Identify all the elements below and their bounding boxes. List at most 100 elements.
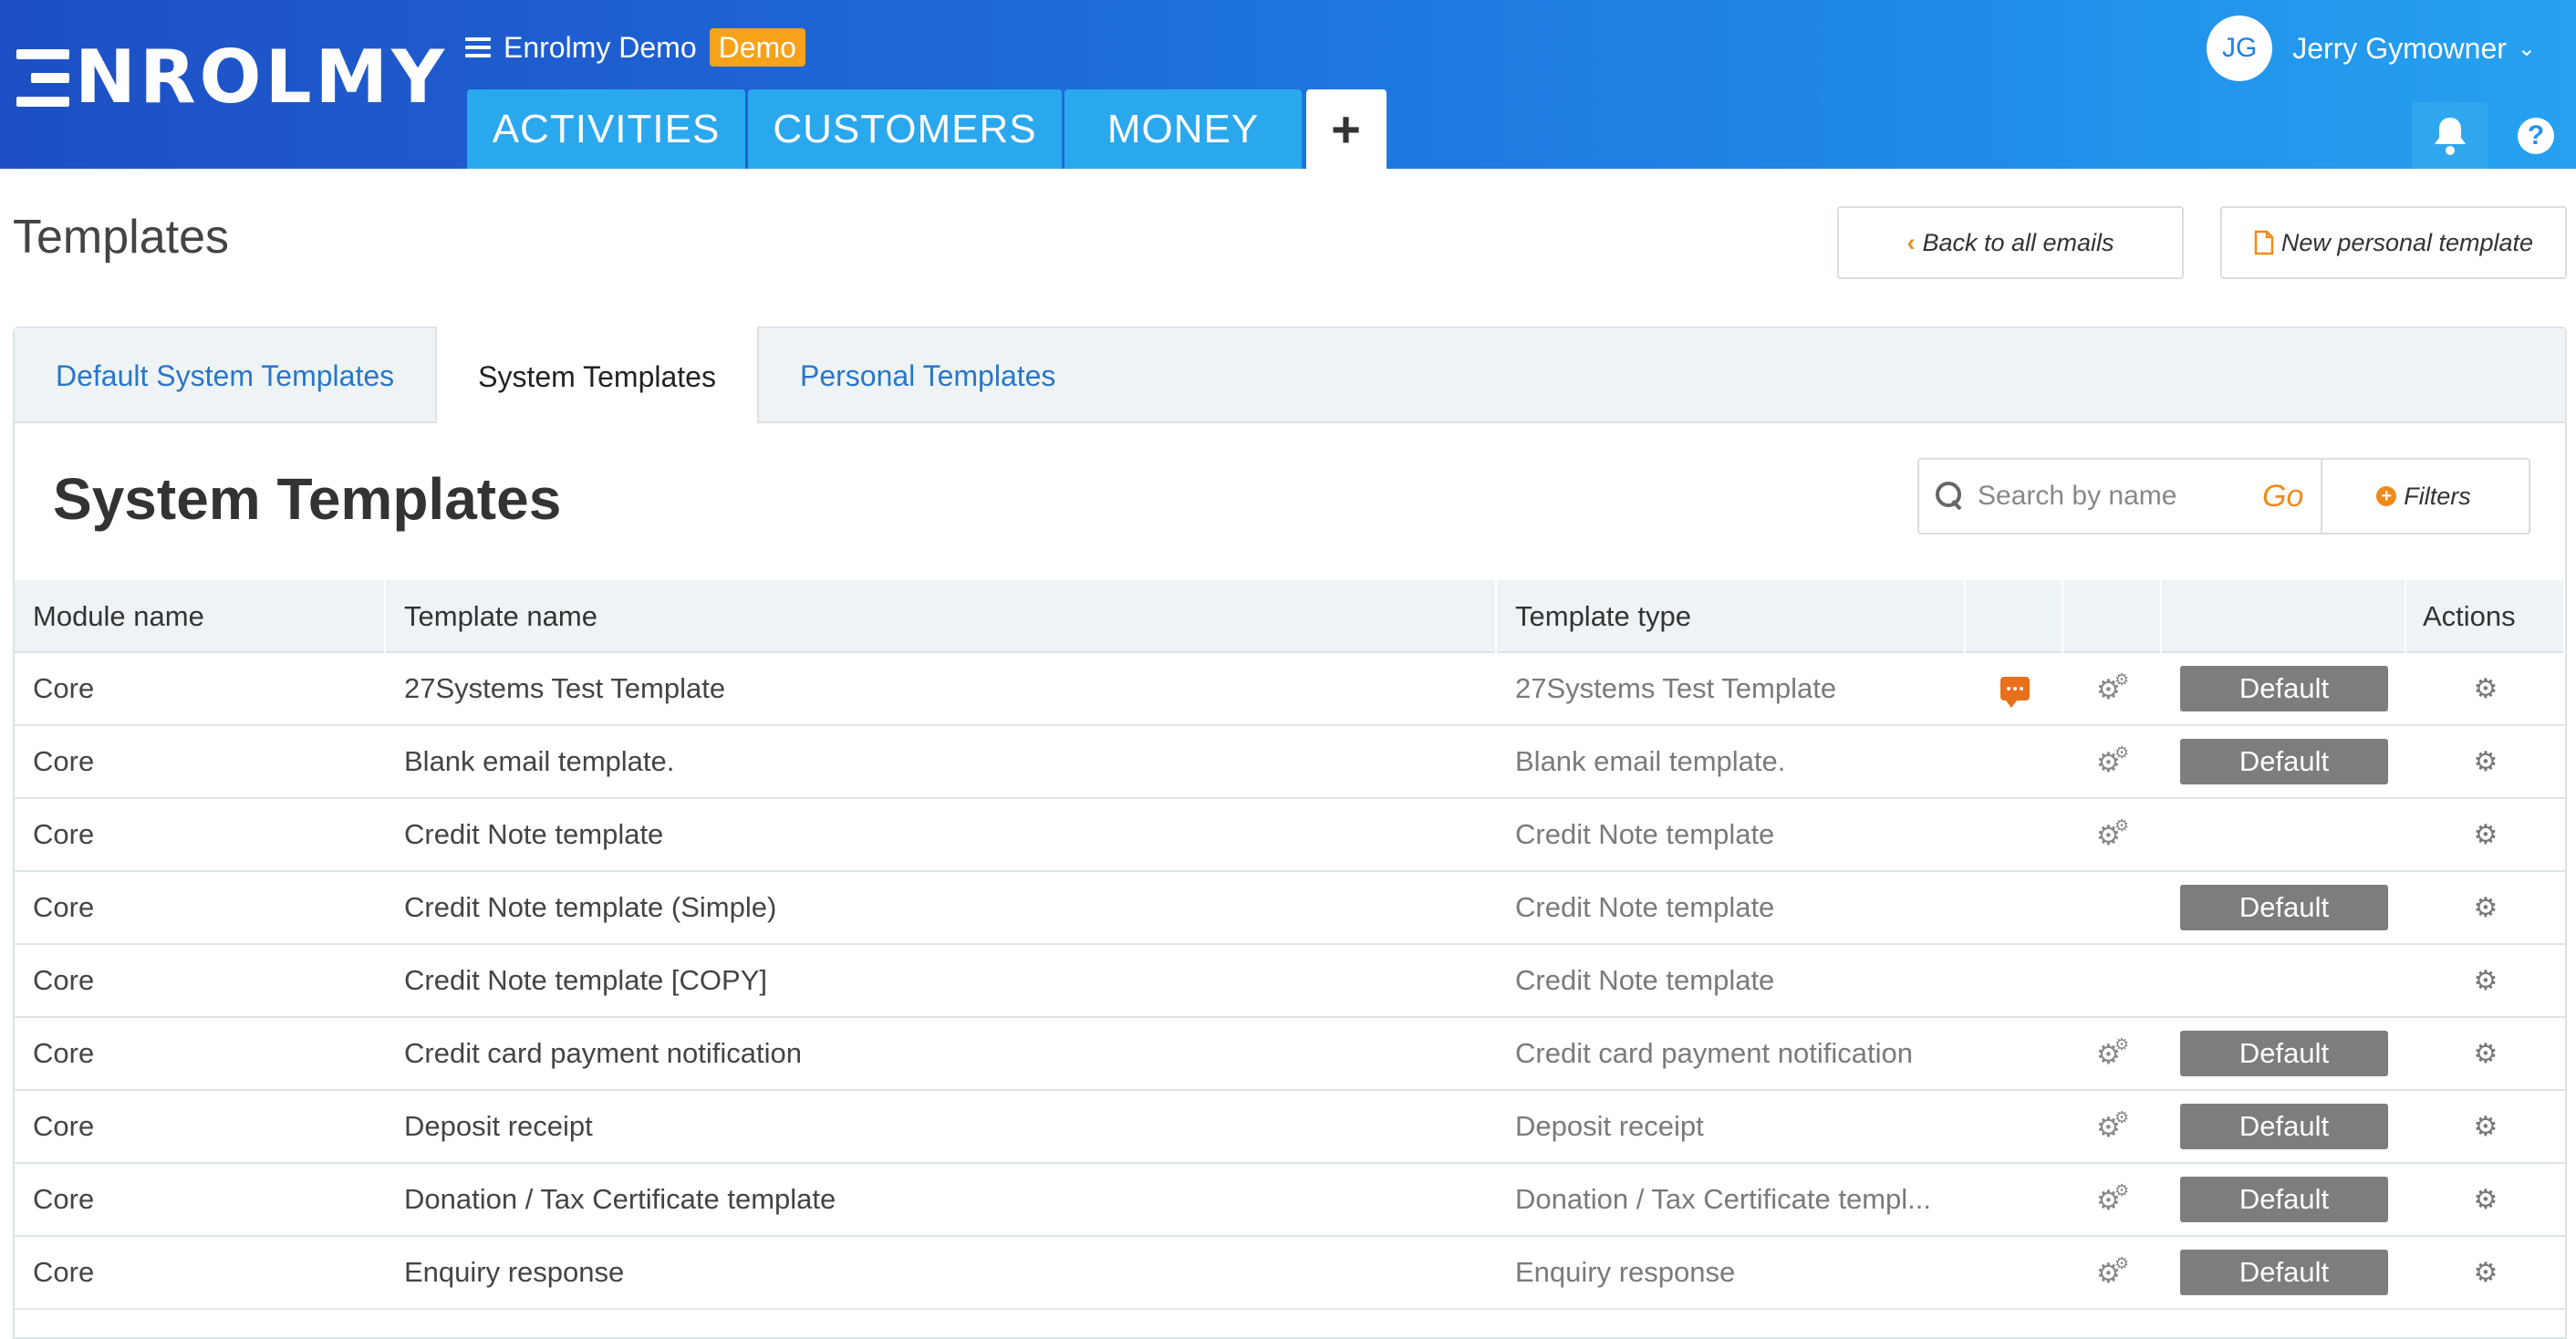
col-template-type[interactable]: Template type: [1497, 580, 1966, 653]
table-header: Module name Template name Template type …: [15, 580, 2565, 653]
user-menu[interactable]: JG Jerry Gymowner ⌄: [2207, 15, 2536, 82]
back-to-all-emails-button[interactable]: ‹ Back to all emails: [1837, 206, 2184, 279]
gear-icon[interactable]: ⚙: [2474, 1184, 2498, 1216]
cell-settings: ⚙ ⚙: [2063, 726, 2162, 797]
cell-default: Default: [2162, 872, 2406, 943]
cell-sms: [1966, 872, 2063, 943]
col-module-name[interactable]: Module name: [15, 580, 386, 653]
table-row[interactable]: Core Enquiry response Enquiry response ⚙…: [15, 1237, 2565, 1310]
go-button[interactable]: Go: [2262, 479, 2315, 514]
new-personal-template-button[interactable]: New personal template: [2220, 206, 2567, 279]
cell-settings: ⚙ ⚙: [2063, 1164, 2162, 1235]
sms-chat-icon[interactable]: [2000, 677, 2030, 708]
table-row[interactable]: Core Credit card payment notification Cr…: [15, 1018, 2565, 1091]
cell-template-name[interactable]: Blank email template.: [386, 726, 1497, 797]
hamburger-menu-icon[interactable]: [465, 37, 491, 57]
tab-personal-templates[interactable]: Personal Templates: [759, 328, 1096, 423]
cell-template-name[interactable]: Donation / Tax Certificate template: [386, 1164, 1497, 1235]
filters-button[interactable]: + Filters: [2321, 460, 2525, 533]
templates-panel: Default System Templates System Template…: [13, 327, 2567, 1339]
cogs-icon[interactable]: ⚙ ⚙: [2096, 744, 2129, 777]
filters-label: Filters: [2404, 482, 2471, 510]
cell-sms: [1966, 945, 2063, 1016]
default-button[interactable]: Default: [2180, 666, 2388, 711]
nav-tab-money[interactable]: MONEY: [1065, 89, 1302, 169]
default-button[interactable]: Default: [2180, 885, 2388, 930]
document-icon: [2254, 230, 2274, 255]
user-name[interactable]: Jerry Gymowner: [2292, 32, 2507, 66]
cell-template-name[interactable]: 27Systems Test Template: [386, 653, 1497, 724]
cell-default: Default: [2162, 1237, 2406, 1308]
nav-add-button[interactable]: +: [1306, 89, 1387, 169]
table-row[interactable]: Core Donation / Tax Certificate template…: [15, 1164, 2565, 1237]
cogs-icon[interactable]: ⚙ ⚙: [2096, 1036, 2129, 1069]
cogs-icon[interactable]: ⚙ ⚙: [2096, 671, 2129, 704]
cell-template-name[interactable]: Enquiry response: [386, 1237, 1497, 1308]
default-button[interactable]: Default: [2180, 1250, 2388, 1295]
page-title: Templates: [13, 211, 229, 264]
cell-settings: ⚙ ⚙: [2063, 653, 2162, 724]
default-button[interactable]: Default: [2180, 1177, 2388, 1222]
cell-settings: ⚙ ⚙: [2063, 1091, 2162, 1162]
cell-settings: ⚙ ⚙: [2063, 799, 2162, 870]
gear-icon[interactable]: ⚙: [2474, 673, 2498, 705]
nav-tab-customers[interactable]: CUSTOMERS: [748, 89, 1062, 169]
nav-tab-activities[interactable]: ACTIVITIES: [467, 89, 745, 169]
cell-actions: ⚙: [2406, 1164, 2565, 1235]
cogs-icon[interactable]: ⚙ ⚙: [2096, 1255, 2129, 1288]
cogs-icon[interactable]: ⚙ ⚙: [2096, 1109, 2129, 1142]
cell-sms: [1966, 1237, 2063, 1308]
cell-module-name: Core: [33, 1037, 95, 1069]
notifications-button[interactable]: [2412, 102, 2488, 169]
cell-template-name[interactable]: Credit Note template [COPY]: [386, 945, 1497, 1016]
chevron-down-icon[interactable]: ⌄: [2518, 36, 2536, 62]
table-row[interactable]: Core Blank email template. Blank email t…: [15, 726, 2565, 799]
cell-template-type: Deposit receipt: [1515, 1110, 1704, 1142]
table-row[interactable]: Core Credit Note template Credit Note te…: [15, 799, 2565, 872]
cell-sms: [1966, 726, 2063, 797]
org-switcher[interactable]: Enrolmy Demo Demo: [465, 27, 805, 67]
cell-module-name: Core: [33, 891, 95, 923]
cell-template-name[interactable]: Credit Note template: [386, 799, 1497, 870]
cell-default: Default: [2162, 726, 2406, 797]
cell-template-type: Credit Note template: [1515, 818, 1775, 850]
logo-text: NROLMY: [75, 35, 449, 119]
gear-icon[interactable]: ⚙: [2474, 819, 2498, 851]
cell-template-name[interactable]: Credit Note template (Simple): [386, 872, 1497, 943]
help-icon[interactable]: ?: [2518, 117, 2554, 154]
cell-template-type: Donation / Tax Certificate templ...: [1515, 1183, 1932, 1215]
cell-default: Default: [2162, 653, 2406, 724]
cell-default: Default: [2162, 1018, 2406, 1089]
logo-mark-icon: [16, 47, 69, 108]
gear-icon[interactable]: ⚙: [2474, 1257, 2498, 1289]
gear-icon[interactable]: ⚙: [2474, 746, 2498, 778]
col-template-name[interactable]: Template name: [386, 580, 1497, 653]
default-button[interactable]: Default: [2180, 1031, 2388, 1076]
tab-system-templates[interactable]: System Templates: [435, 327, 759, 423]
cell-actions: ⚙: [2406, 1237, 2565, 1308]
table-row[interactable]: Core Credit Note template (Simple) Credi…: [15, 872, 2565, 945]
table-row[interactable]: Core Deposit receipt Deposit receipt ⚙ ⚙ …: [15, 1091, 2565, 1164]
cell-module-name: Core: [33, 1256, 95, 1288]
gear-icon[interactable]: ⚙: [2474, 965, 2498, 997]
cogs-icon[interactable]: ⚙ ⚙: [2096, 1182, 2129, 1215]
cell-template-name[interactable]: Credit card payment notification: [386, 1018, 1497, 1089]
enrolmy-logo[interactable]: NROLMY: [16, 35, 449, 119]
cell-default: Default: [2162, 1091, 2406, 1162]
cell-settings: ⚙ ⚙: [2063, 1018, 2162, 1089]
table-row[interactable]: Core 27Systems Test Template 27Systems T…: [15, 653, 2565, 726]
gear-icon[interactable]: ⚙: [2474, 1038, 2498, 1070]
cell-module-name: Core: [33, 672, 95, 704]
gear-icon[interactable]: ⚙: [2474, 892, 2498, 924]
gear-icon[interactable]: ⚙: [2474, 1111, 2498, 1143]
cell-module-name: Core: [33, 745, 95, 777]
cell-template-name[interactable]: Deposit receipt: [386, 1091, 1497, 1162]
default-button[interactable]: Default: [2180, 1104, 2388, 1149]
cogs-icon[interactable]: ⚙ ⚙: [2096, 817, 2129, 850]
tab-default-system-templates[interactable]: Default System Templates: [15, 328, 435, 423]
search-input[interactable]: [1978, 481, 2251, 512]
table-row[interactable]: Core Credit Note template [COPY] Credit …: [15, 945, 2565, 1018]
cell-actions: ⚙: [2406, 653, 2565, 724]
default-button[interactable]: Default: [2180, 739, 2388, 784]
avatar[interactable]: JG: [2207, 16, 2273, 81]
